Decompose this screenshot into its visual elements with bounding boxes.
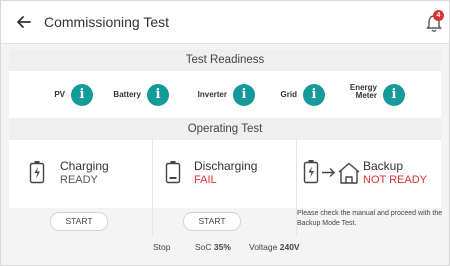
discharging-panel: Discharging FAIL [153, 140, 296, 208]
test-readiness-panel: PV i Battery i Inverter i Grid i Energy … [9, 71, 441, 118]
info-icon[interactable]: i [303, 84, 325, 106]
commissioning-test-screen: Commissioning Test 4 Test Readiness PV i… [0, 0, 450, 266]
arrow-left-icon[interactable] [15, 13, 33, 31]
charging-name: Charging [60, 159, 109, 173]
discharging-start-button[interactable]: START [183, 212, 241, 231]
page-title: Commissioning Test [44, 14, 170, 30]
soc-readout: SoC 35% [195, 242, 231, 252]
charging-start-button[interactable]: START [50, 212, 108, 231]
charging-action-row: START [9, 208, 152, 236]
voltage-label: Voltage [249, 242, 278, 252]
readiness-item-battery[interactable]: Battery i [105, 84, 169, 106]
battery-to-house-icon [303, 160, 360, 184]
backup-note: Please check the manual and proceed with… [297, 210, 443, 227]
backup-name: Backup [363, 159, 404, 173]
readiness-item-pv[interactable]: PV i [45, 84, 93, 106]
voltage-value: 240V [279, 242, 300, 252]
discharging-name: Discharging [194, 159, 258, 173]
backup-status: NOT READY [363, 174, 427, 186]
readiness-label: Grid [280, 90, 297, 99]
soc-label: SoC [195, 242, 212, 252]
soc-value: 35% [213, 242, 231, 252]
test-readiness-heading: Test Readiness [9, 49, 441, 71]
charging-status: READY [60, 174, 98, 186]
readiness-label: Energy Meter [350, 84, 377, 100]
info-icon[interactable]: i [233, 84, 255, 106]
backup-panel: Backup NOT READY [297, 140, 441, 208]
readiness-label: PV [54, 90, 65, 99]
operating-test-heading: Operating Test [9, 118, 441, 140]
readiness-label-line2: Meter [355, 91, 377, 100]
battery-discharging-icon [165, 161, 181, 184]
status-footer: Stop SoC 35% Voltage 240V [9, 236, 441, 259]
info-icon[interactable]: i [147, 84, 169, 106]
charging-panel: Charging READY [9, 140, 152, 208]
run-state: Stop [153, 242, 171, 252]
top-bar: Commissioning Test 4 [1, 1, 449, 44]
readiness-item-inverter[interactable]: Inverter i [187, 84, 255, 106]
readiness-label: Battery [113, 90, 141, 99]
discharging-status: FAIL [194, 174, 217, 186]
readiness-item-grid[interactable]: Grid i [273, 84, 325, 106]
discharging-action-row: START [153, 208, 296, 236]
readiness-item-energy-meter[interactable]: Energy Meter i [343, 84, 405, 106]
readiness-label: Inverter [197, 90, 227, 99]
voltage-readout: Voltage 240V [249, 242, 300, 252]
info-icon[interactable]: i [383, 84, 405, 106]
info-icon[interactable]: i [71, 84, 93, 106]
battery-charging-icon [29, 161, 45, 184]
notification-badge: 4 [433, 10, 444, 21]
